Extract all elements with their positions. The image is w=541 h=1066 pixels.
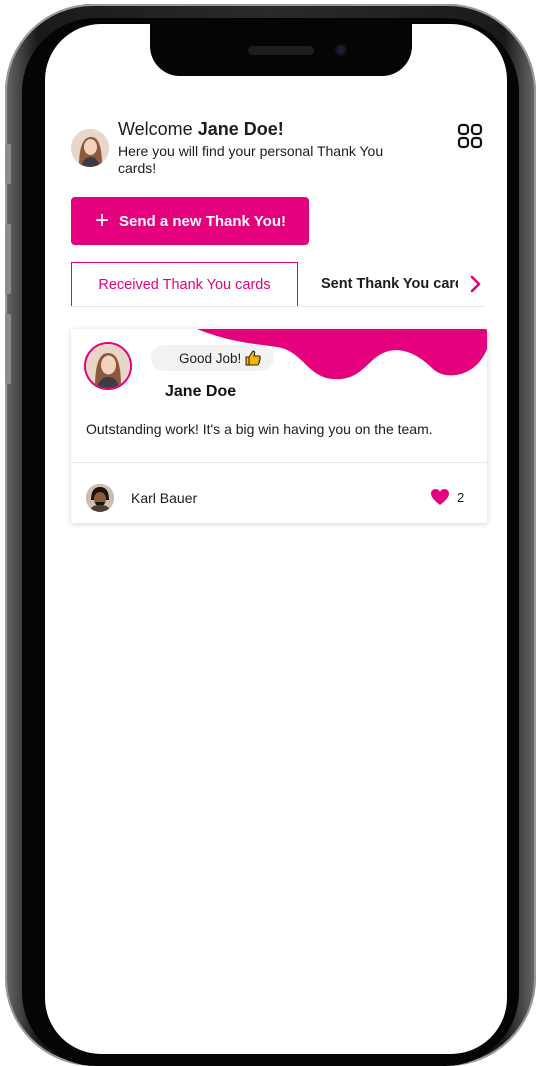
grid-icon <box>457 123 483 149</box>
phone-frame: Welcome Jane Doe! Here you will find you… <box>5 4 536 1066</box>
recipient-avatar <box>84 342 132 390</box>
send-thank-you-button[interactable]: + Send a new Thank You! <box>71 197 309 245</box>
plus-icon: + <box>95 207 110 234</box>
badge-label: Good Job! <box>179 350 242 366</box>
chevron-right-icon <box>470 275 481 293</box>
welcome-prefix: Welcome <box>118 119 193 139</box>
camera <box>335 44 347 56</box>
screen: Welcome Jane Doe! Here you will find you… <box>45 24 507 1054</box>
subtitle: Here you will find your personal Thank Y… <box>118 143 384 176</box>
thumbs-up-icon <box>245 350 261 366</box>
user-name: Jane Doe! <box>197 119 284 139</box>
grid-menu-button[interactable] <box>457 123 483 149</box>
sender-name: Karl Bauer <box>131 490 198 506</box>
volume-up-button <box>5 224 11 294</box>
tabs-scroll-right-button[interactable] <box>466 273 486 295</box>
mute-switch <box>5 144 11 184</box>
sender-avatar <box>86 484 114 512</box>
card-divider <box>71 462 487 463</box>
tab-received[interactable]: Received Thank You cards <box>71 262 298 306</box>
tab-sent[interactable]: Sent Thank You cards <box>298 262 458 306</box>
tab-bar: Received Thank You cards Sent Thank You … <box>71 262 483 307</box>
like-button[interactable] <box>430 488 450 506</box>
thank-you-card[interactable]: Good Job! Jane Doe Outstanding work! It'… <box>71 329 487 523</box>
recipient-name: Jane Doe <box>165 383 237 400</box>
speaker <box>248 46 314 55</box>
welcome-text: Welcome Jane Doe! <box>118 119 284 140</box>
heart-icon <box>431 489 449 505</box>
notch <box>150 24 412 76</box>
send-button-label: Send a new Thank You! <box>119 212 286 230</box>
volume-down-button <box>5 314 11 384</box>
like-count: 2 <box>457 490 465 505</box>
card-message: Outstanding work! It's a big win having … <box>86 421 433 437</box>
card-badge: Good Job! <box>151 345 275 371</box>
user-avatar[interactable] <box>71 129 109 167</box>
card-wave-decoration <box>197 329 487 380</box>
